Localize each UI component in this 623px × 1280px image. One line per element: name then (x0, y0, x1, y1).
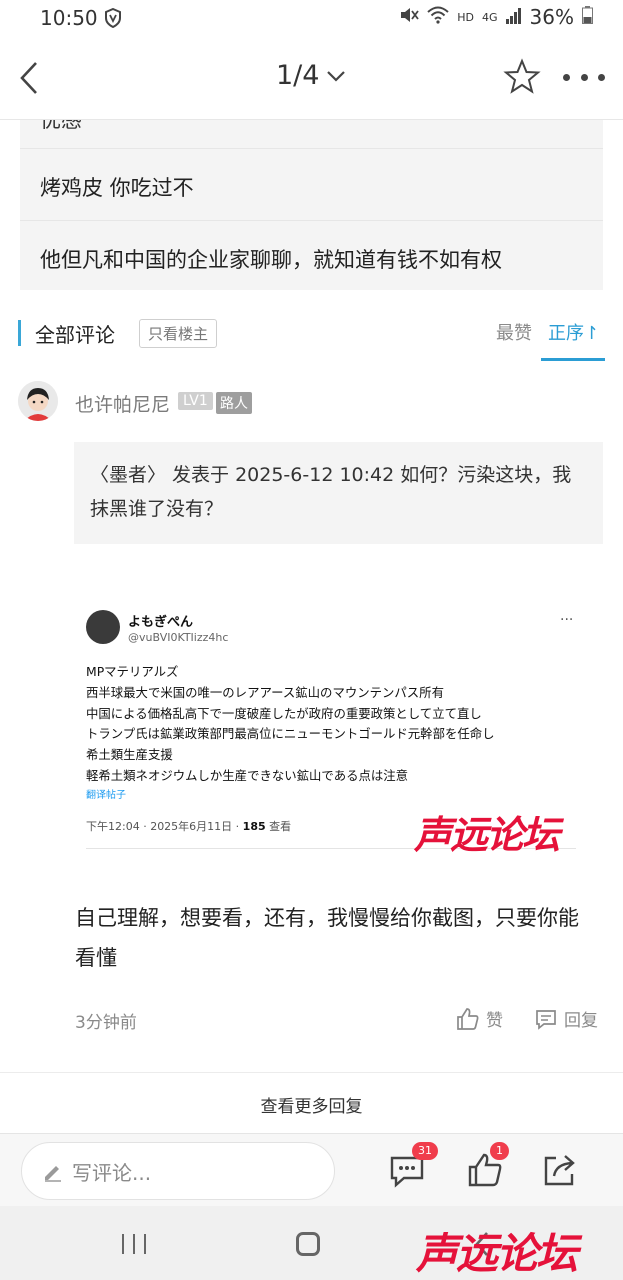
bottom-action-bar: 写评论... 31 1 (0, 1133, 623, 1206)
status-time: 10:50 (40, 6, 98, 30)
page-indicator-label: 1/4 (276, 60, 320, 91)
tweet-translate-link: 翻译帖子 (86, 790, 126, 801)
battery-percent: 36% (529, 5, 574, 29)
back-button[interactable] (16, 58, 46, 98)
quoted-post-cut-line: 优感 (40, 120, 82, 132)
signal-icon (505, 5, 522, 29)
battery-icon (582, 5, 593, 29)
write-comment-input[interactable]: 写评论... (21, 1142, 335, 1200)
quoted-reply: 〈墨者〉 发表于 2025-6-12 10:42 如何？污染这块，我抹黑谁了没有… (74, 442, 603, 544)
divider (0, 1072, 623, 1073)
comment-count-badge: 31 (412, 1142, 438, 1160)
quoted-post-line: 他但凡和中国的企业家聊聊，就知道有钱不如有权 (40, 248, 502, 272)
recent-apps-button[interactable] (122, 1234, 146, 1254)
tweet-avatar (86, 610, 120, 644)
network-type: HD (457, 10, 475, 24)
more-dot-icon (563, 74, 570, 81)
status-bar: 10:50 HD 4G 36% (0, 0, 623, 38)
like-count-badge: 1 (490, 1142, 509, 1160)
tweet-views: 185 (242, 820, 266, 833)
sort-by-likes-tab[interactable]: 最赞 (496, 319, 532, 345)
embedded-image[interactable]: よもぎぺん @vuBVI0KTIizz4hc ··· MPマテリアルズ 西半球最… (74, 578, 603, 860)
comments-title: 全部评论 (35, 323, 115, 347)
home-button[interactable] (296, 1232, 320, 1256)
back-arrow-icon (20, 62, 37, 94)
tweet-views-suffix: 查看 (265, 820, 292, 833)
system-nav-bar: 声远论坛 (0, 1206, 623, 1280)
comments-header: 全部评论 只看楼主 最赞 正序↾ (0, 316, 623, 361)
tweet-line: 軽希土類ネオジウムしか生産できない鉱山である点は注意 (86, 768, 409, 783)
wifi-icon (427, 5, 449, 29)
divider (20, 220, 603, 221)
star-icon (503, 58, 541, 94)
comment-timestamp: 3分钟前 (75, 1013, 137, 1033)
tweet-author-name: よもぎぺん (128, 615, 194, 630)
chevron-down-icon (327, 70, 346, 82)
like-label: 赞 (486, 1011, 503, 1031)
active-tab-indicator (541, 358, 605, 361)
tweet-line: トランプ氏は鉱業政策部門最高位にニューモントゴールド元幹部を任命し (86, 726, 495, 741)
share-button[interactable] (540, 1150, 580, 1190)
recent-apps-icon (144, 1234, 146, 1254)
sort-chronological-tab[interactable]: 正序↾ (548, 319, 599, 345)
recent-apps-icon (122, 1234, 124, 1254)
quoted-post: 优感 烤鸡皮 你吃过不 他但凡和中国的企业家聊聊，就知道有钱不如有权 (20, 120, 603, 290)
avatar-image (18, 381, 58, 421)
reply-bubble-icon (536, 1009, 556, 1030)
comments-button[interactable]: 31 (388, 1142, 438, 1190)
mute-icon (399, 5, 419, 29)
view-more-replies-link[interactable]: 查看更多回复 (0, 1092, 623, 1117)
more-dot-icon (580, 74, 588, 81)
reply-button[interactable]: 回复 (534, 1006, 598, 1031)
tweet-author-handle: @vuBVI0KTIizz4hc (128, 631, 229, 644)
recent-apps-icon (133, 1234, 135, 1254)
divider (20, 148, 603, 149)
image-watermark: 声远论坛 (414, 812, 560, 857)
tweet-line: MPマテリアルズ (86, 664, 179, 679)
rank-badge: 路人 (216, 392, 252, 414)
shield-icon (104, 7, 122, 33)
more-options-button[interactable] (563, 74, 605, 84)
tweet-line: 中国による価格乱高下で一度破産したが政府の重要政策として立て直し (86, 706, 482, 721)
comment-body: 自己理解，想要看，还有，我慢慢给你截图，只要你能看懂 (75, 906, 579, 970)
share-icon (544, 1155, 575, 1186)
op-only-button[interactable]: 只看楼主 (139, 319, 218, 348)
avatar[interactable] (18, 381, 58, 421)
more-dot-icon (598, 74, 605, 81)
quoted-post-line: 烤鸡皮 你吃过不 (40, 176, 194, 200)
tweet-more-icon: ··· (560, 612, 574, 628)
page-watermark: 声远论坛 (416, 1229, 578, 1278)
comment-username[interactable]: 也许帕尼尼 (75, 390, 170, 417)
page-indicator[interactable]: 1/4 (276, 60, 346, 91)
like-post-button[interactable]: 1 (466, 1142, 509, 1190)
tweet-meta: 下午12:04 · 2025年6月11日 · 185 查看 (86, 818, 291, 834)
level-badge: LV1 (178, 392, 213, 410)
favorite-button[interactable] (503, 58, 541, 96)
reply-label: 回复 (564, 1011, 598, 1031)
thumbs-up-icon (457, 1007, 479, 1030)
write-comment-placeholder: 写评论... (72, 1160, 152, 1185)
top-bar: 1/4 (0, 38, 623, 120)
like-button[interactable]: 赞 (456, 1006, 503, 1031)
pencil-icon (45, 1166, 61, 1182)
tweet-line: 西半球最大で米国の唯一のレアアース鉱山のマウンテンパス所有 (86, 685, 444, 700)
signal-type: 4G (482, 10, 498, 24)
section-marker (18, 320, 21, 346)
tweet-line: 希土類生産支援 (86, 747, 173, 762)
tweet-meta-date: 下午12:04 · 2025年6月11日 · (86, 820, 243, 833)
